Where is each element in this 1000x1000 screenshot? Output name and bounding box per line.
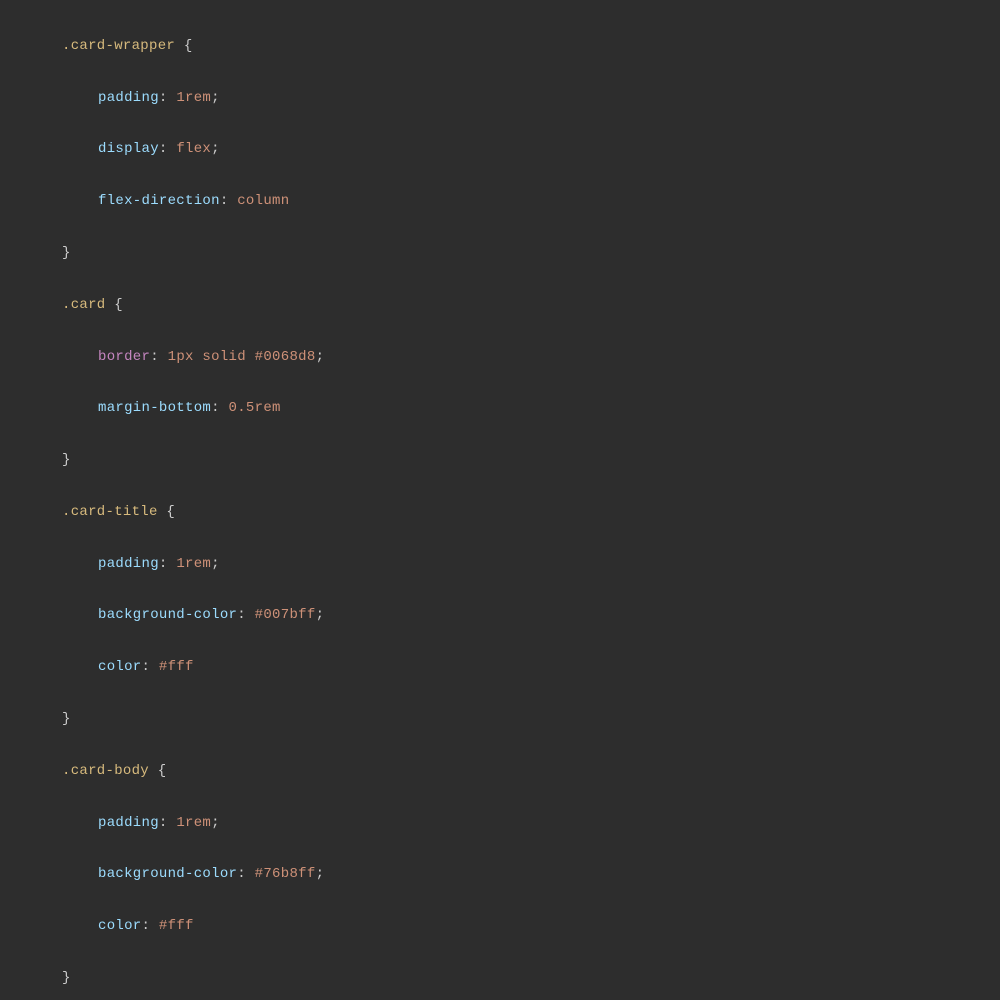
css-property: margin-bottom <box>98 400 211 416</box>
code-line: background-color: #76b8ff; <box>62 862 1000 888</box>
code-line: margin-bottom: 0.5rem <box>62 396 1000 422</box>
css-property: display <box>98 141 159 157</box>
code-line: flex-direction: column <box>62 189 1000 215</box>
css-property: color <box>98 918 142 934</box>
css-selector: .card-title <box>62 504 158 520</box>
code-line: padding: 1rem; <box>62 552 1000 578</box>
code-line: border: 1px solid #0068d8; <box>62 345 1000 371</box>
code-line: } <box>62 448 1000 474</box>
css-selector: .card-wrapper <box>62 38 175 54</box>
code-line: display: flex; <box>62 137 1000 163</box>
code-line: color: #fff <box>62 914 1000 940</box>
code-line: color: #fff <box>62 655 1000 681</box>
css-property: border <box>98 349 150 365</box>
css-property: flex-direction <box>98 193 220 209</box>
css-property: padding <box>98 815 159 831</box>
code-line: .card-wrapper { <box>62 34 1000 60</box>
code-line: background-color: #007bff; <box>62 603 1000 629</box>
code-line: } <box>62 707 1000 733</box>
code-line: .card { <box>62 293 1000 319</box>
css-value: 0.5rem <box>229 400 281 416</box>
code-editor[interactable]: .card-wrapper { padding: 1rem; display: … <box>0 0 1000 1000</box>
css-value: 1rem <box>176 90 211 106</box>
code-line: padding: 1rem; <box>62 811 1000 837</box>
code-line: } <box>62 241 1000 267</box>
code-line: .card-title { <box>62 500 1000 526</box>
css-selector: .card-body <box>62 763 149 779</box>
css-selector: .card <box>62 297 106 313</box>
code-line: padding: 1rem; <box>62 86 1000 112</box>
code-line: .card-body { <box>62 759 1000 785</box>
css-value: 1px solid #0068d8 <box>168 349 316 365</box>
css-property: padding <box>98 90 159 106</box>
css-property: background-color <box>98 866 237 882</box>
css-value: column <box>237 193 289 209</box>
code-line: } <box>62 966 1000 992</box>
css-value: #fff <box>159 918 194 934</box>
css-value: #fff <box>159 659 194 675</box>
css-value: flex <box>176 141 211 157</box>
css-value: 1rem <box>176 556 211 572</box>
css-property: background-color <box>98 607 237 623</box>
css-value: #007bff <box>255 607 316 623</box>
css-value: 1rem <box>176 815 211 831</box>
css-property: padding <box>98 556 159 572</box>
css-property: color <box>98 659 142 675</box>
css-value: #76b8ff <box>255 866 316 882</box>
